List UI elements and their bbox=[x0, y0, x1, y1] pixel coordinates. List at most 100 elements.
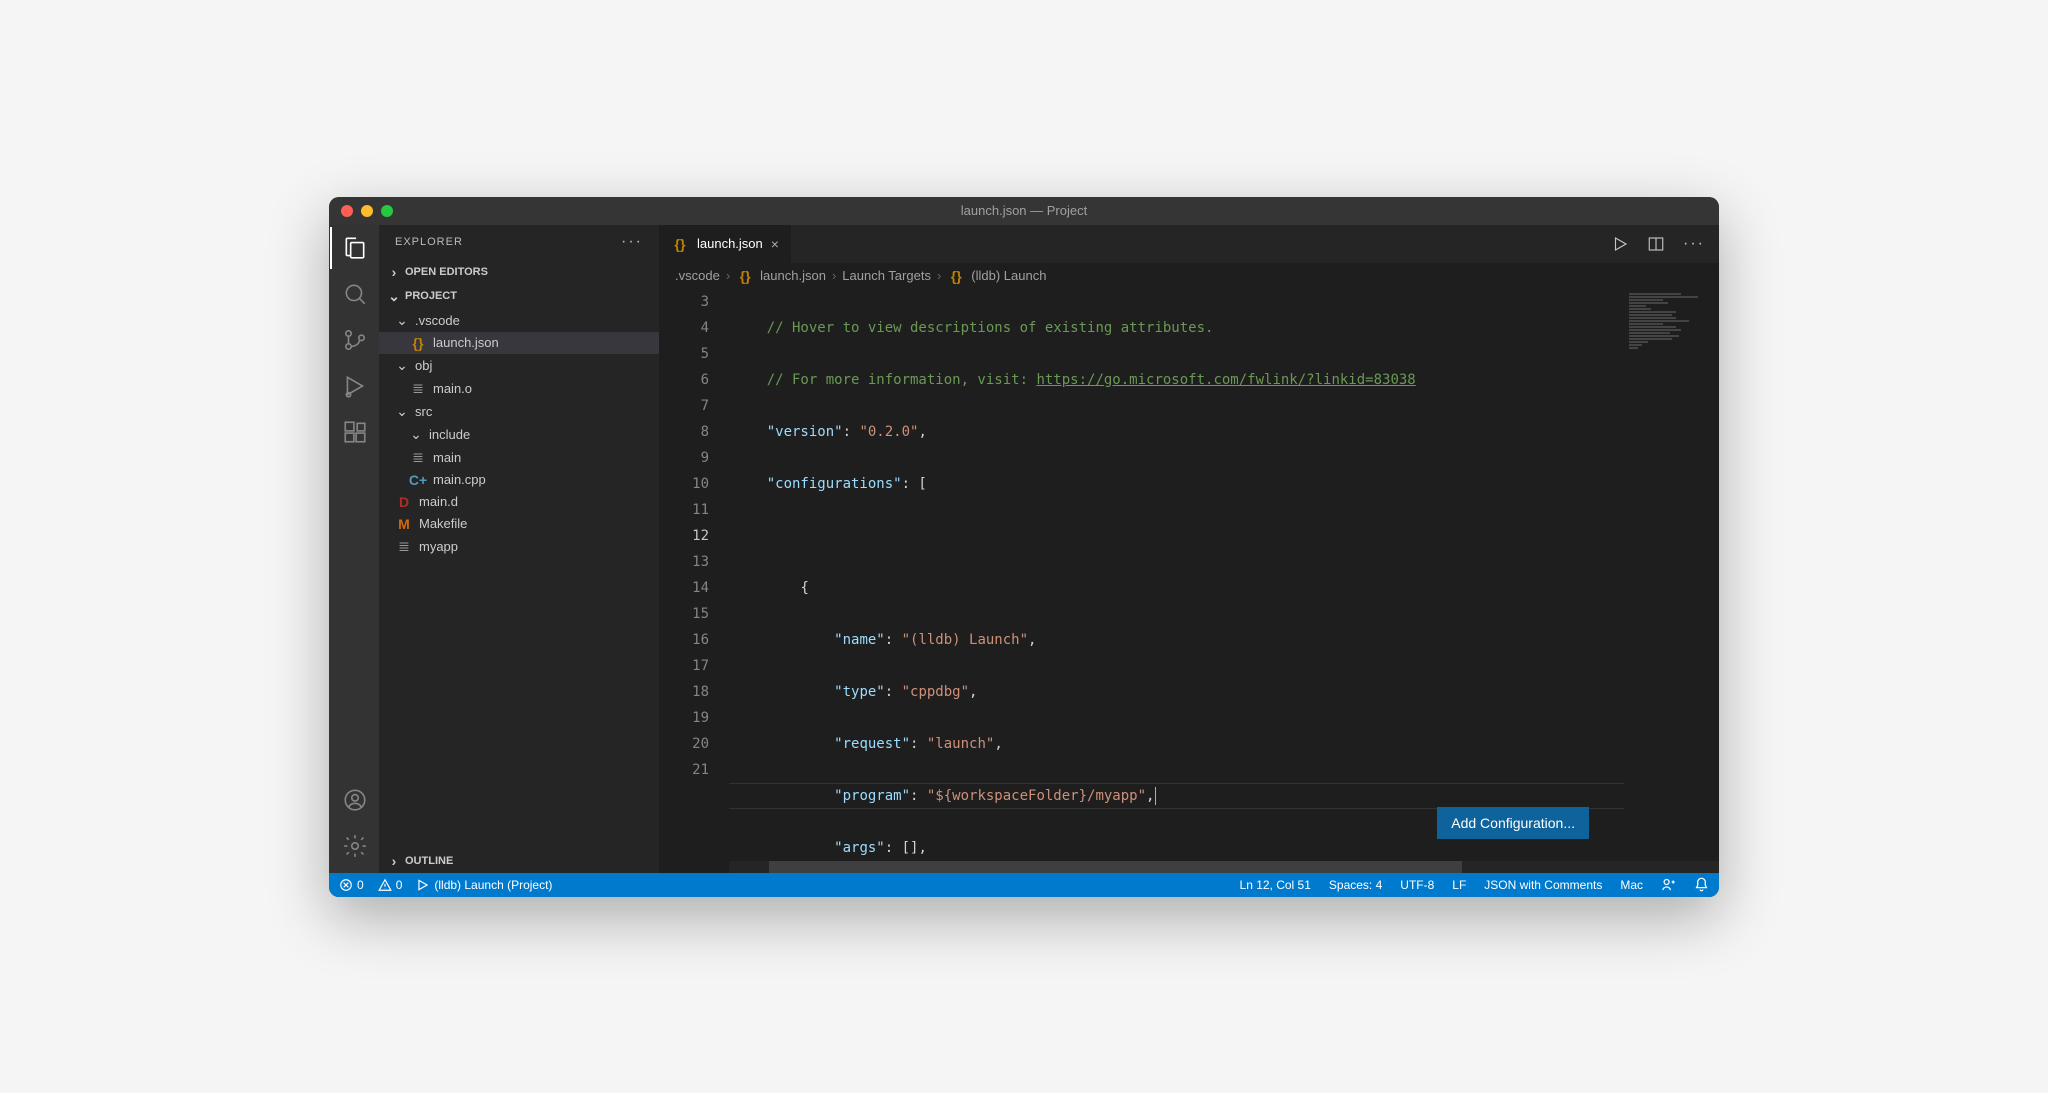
editor-group: {} launch.json × ··· .vscode › {} launch… bbox=[659, 225, 1719, 873]
line-number: 16 bbox=[659, 627, 709, 653]
chevron-right-icon: › bbox=[387, 264, 401, 280]
tab-actions: ··· bbox=[1611, 225, 1719, 263]
line-number: 14 bbox=[659, 575, 709, 601]
status-indentation[interactable]: Spaces: 4 bbox=[1329, 878, 1382, 892]
status-encoding[interactable]: UTF-8 bbox=[1400, 878, 1434, 892]
line-number: 12 bbox=[659, 523, 709, 549]
json-file-icon: {} bbox=[736, 268, 754, 284]
sidebar-title: EXPLORER bbox=[395, 236, 463, 248]
traffic-lights bbox=[329, 205, 393, 217]
tree-file-myapp[interactable]: ≣ myapp bbox=[379, 535, 659, 558]
line-number: 17 bbox=[659, 653, 709, 679]
tree-file-main-cpp[interactable]: C+ main.cpp bbox=[379, 469, 659, 491]
line-number: 9 bbox=[659, 445, 709, 471]
json-file-icon: {} bbox=[409, 335, 427, 351]
chevron-right-icon: › bbox=[726, 268, 730, 283]
chevron-right-icon: › bbox=[832, 268, 836, 283]
feedback-icon[interactable] bbox=[1661, 877, 1676, 892]
close-window-button[interactable] bbox=[341, 205, 353, 217]
notifications-icon[interactable] bbox=[1694, 877, 1709, 892]
json-file-icon: {} bbox=[671, 236, 689, 252]
status-eol[interactable]: LF bbox=[1452, 878, 1466, 892]
sidebar-more-icon[interactable]: ··· bbox=[621, 233, 643, 251]
titlebar: launch.json — Project bbox=[329, 197, 1719, 225]
explorer-icon[interactable] bbox=[342, 235, 368, 261]
split-editor-icon[interactable] bbox=[1647, 235, 1665, 253]
tree-file-main-o[interactable]: ≣ main.o bbox=[379, 377, 659, 400]
line-number: 21 bbox=[659, 757, 709, 783]
tree-folder-vscode[interactable]: ⌄ .vscode bbox=[379, 309, 659, 332]
maximize-window-button[interactable] bbox=[381, 205, 393, 217]
editor[interactable]: 3456789101112131415161718192021 // Hover… bbox=[659, 289, 1719, 861]
body-area: EXPLORER ··· › OPEN EDITORS ⌄ PROJECT ⌄ … bbox=[329, 225, 1719, 873]
breadcrumb-item[interactable]: .vscode bbox=[675, 268, 720, 283]
tree-folder-src[interactable]: ⌄ src bbox=[379, 400, 659, 423]
chevron-down-icon: ⌄ bbox=[395, 357, 409, 374]
settings-gear-icon[interactable] bbox=[342, 833, 368, 859]
line-number: 5 bbox=[659, 341, 709, 367]
status-launch-target[interactable]: (lldb) Launch (Project) bbox=[416, 878, 552, 892]
horizontal-scrollbar[interactable] bbox=[729, 861, 1719, 873]
open-editors-section[interactable]: › OPEN EDITORS bbox=[379, 260, 659, 284]
tab-close-icon[interactable]: × bbox=[771, 236, 779, 252]
status-cursor-position[interactable]: Ln 12, Col 51 bbox=[1240, 878, 1311, 892]
outline-section[interactable]: › OUTLINE bbox=[379, 849, 659, 873]
json-file-icon: {} bbox=[947, 268, 965, 284]
line-number: 8 bbox=[659, 419, 709, 445]
cpp-file-icon: C+ bbox=[409, 472, 427, 488]
extensions-icon[interactable] bbox=[342, 419, 368, 445]
file-icon: ≣ bbox=[409, 380, 427, 397]
tree-file-main-d[interactable]: D main.d bbox=[379, 491, 659, 513]
tab-launch-json[interactable]: {} launch.json × bbox=[659, 225, 792, 263]
code-area[interactable]: // Hover to view descriptions of existin… bbox=[729, 289, 1719, 861]
minimize-window-button[interactable] bbox=[361, 205, 373, 217]
sidebar-header: EXPLORER ··· bbox=[379, 225, 659, 260]
text-cursor bbox=[1155, 787, 1156, 805]
line-number: 18 bbox=[659, 679, 709, 705]
line-number: 6 bbox=[659, 367, 709, 393]
chevron-down-icon: ⌄ bbox=[409, 426, 423, 443]
search-icon[interactable] bbox=[342, 281, 368, 307]
status-errors[interactable]: 0 bbox=[339, 878, 364, 892]
chevron-right-icon: › bbox=[387, 853, 401, 869]
tree-file-main[interactable]: ≣ main bbox=[379, 446, 659, 469]
line-number: 7 bbox=[659, 393, 709, 419]
breadcrumb-item[interactable]: launch.json bbox=[760, 268, 826, 283]
line-number: 3 bbox=[659, 289, 709, 315]
chevron-down-icon: ⌄ bbox=[395, 312, 409, 329]
chevron-down-icon: ⌄ bbox=[395, 403, 409, 420]
chevron-right-icon: › bbox=[937, 268, 941, 283]
line-number-gutter: 3456789101112131415161718192021 bbox=[659, 289, 729, 861]
tab-label: launch.json bbox=[697, 236, 763, 251]
tree-file-launch-json[interactable]: {} launch.json bbox=[379, 332, 659, 354]
minimap[interactable] bbox=[1624, 289, 1719, 861]
chevron-down-icon: ⌄ bbox=[387, 288, 401, 305]
breadcrumb-item[interactable]: (lldb) Launch bbox=[971, 268, 1046, 283]
status-bar: 0 0 (lldb) Launch (Project) Ln 12, Col 5… bbox=[329, 873, 1719, 897]
file-icon: ≣ bbox=[409, 449, 427, 466]
tree-folder-include[interactable]: ⌄ include bbox=[379, 423, 659, 446]
run-debug-icon[interactable] bbox=[342, 373, 368, 399]
d-file-icon: D bbox=[395, 494, 413, 510]
status-os[interactable]: Mac bbox=[1620, 878, 1643, 892]
line-number: 15 bbox=[659, 601, 709, 627]
window-title: launch.json — Project bbox=[961, 203, 1087, 218]
run-icon[interactable] bbox=[1611, 235, 1629, 253]
tree-file-makefile[interactable]: M Makefile bbox=[379, 513, 659, 535]
more-actions-icon[interactable]: ··· bbox=[1683, 235, 1705, 253]
project-section[interactable]: ⌄ PROJECT bbox=[379, 284, 659, 309]
breadcrumb-item[interactable]: Launch Targets bbox=[842, 268, 931, 283]
breadcrumbs[interactable]: .vscode › {} launch.json › Launch Target… bbox=[659, 263, 1719, 289]
status-language[interactable]: JSON with Comments bbox=[1484, 878, 1602, 892]
line-number: 11 bbox=[659, 497, 709, 523]
tab-bar: {} launch.json × ··· bbox=[659, 225, 1719, 263]
account-icon[interactable] bbox=[342, 787, 368, 813]
tree-folder-obj[interactable]: ⌄ obj bbox=[379, 354, 659, 377]
status-warnings[interactable]: 0 bbox=[378, 878, 403, 892]
add-configuration-button[interactable]: Add Configuration... bbox=[1437, 807, 1589, 839]
makefile-icon: M bbox=[395, 516, 413, 532]
source-control-icon[interactable] bbox=[342, 327, 368, 353]
line-number: 13 bbox=[659, 549, 709, 575]
line-number: 19 bbox=[659, 705, 709, 731]
file-icon: ≣ bbox=[395, 538, 413, 555]
